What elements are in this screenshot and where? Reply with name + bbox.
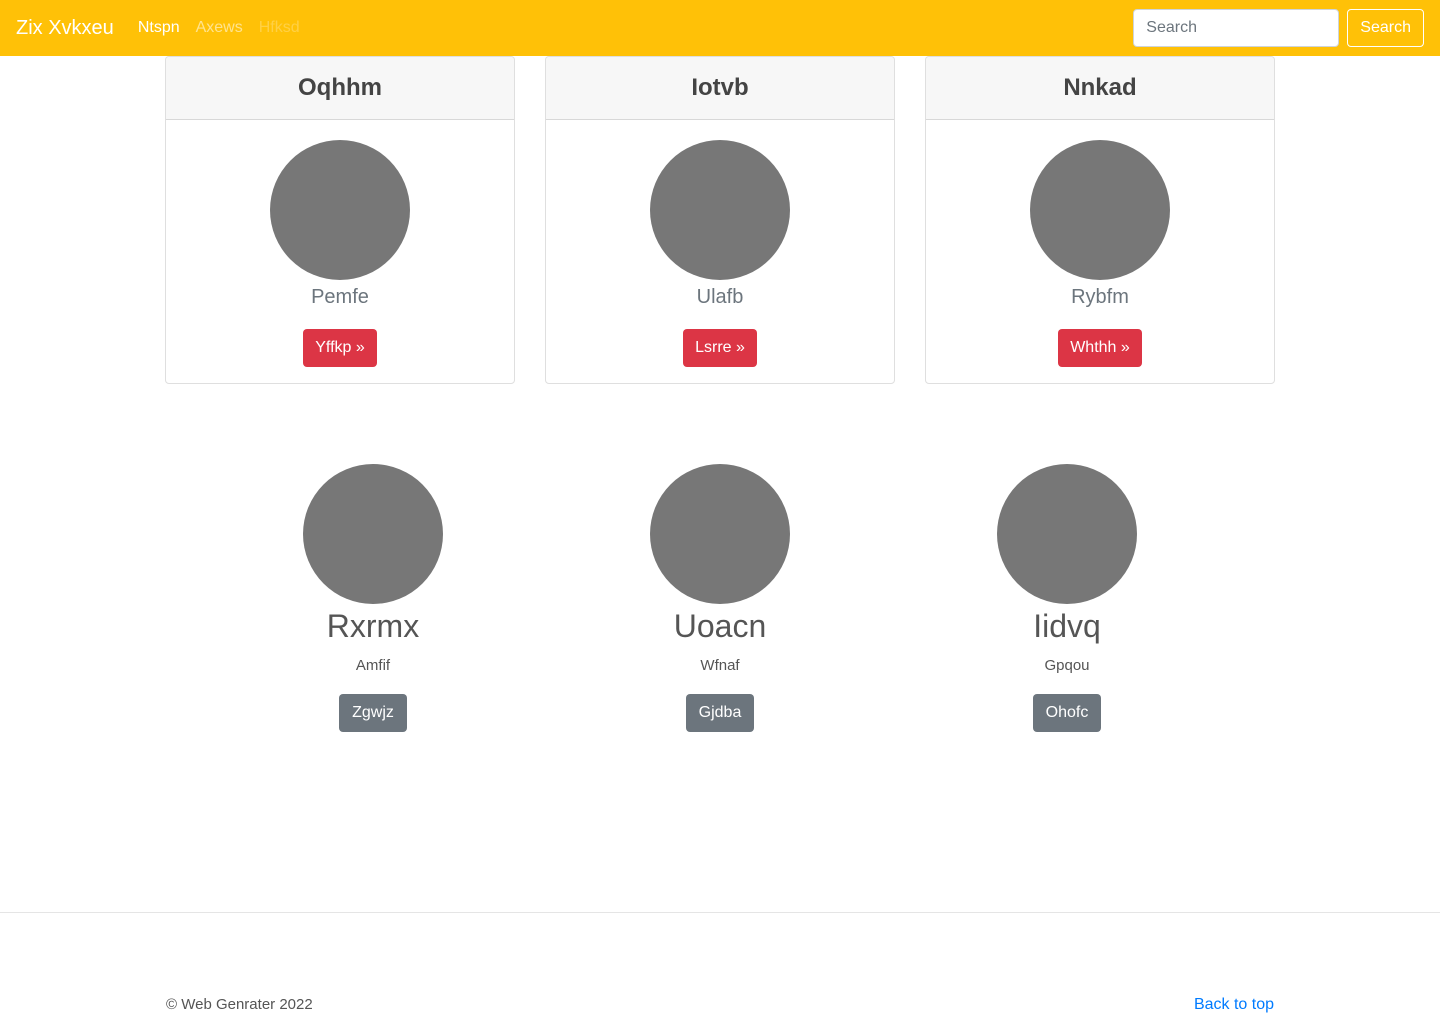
card-nnkad: Nnkad Rybfm Whthh » [925, 56, 1275, 384]
card-action-button[interactable]: Whthh » [1058, 329, 1142, 367]
avatar-placeholder [997, 464, 1137, 604]
nav-link-ntspn[interactable]: Ntspn [138, 19, 180, 37]
card-title: Oqhhm [298, 74, 382, 101]
feature-text: Wfnaf [700, 657, 740, 674]
nav-link-hfksd: Hfksd [258, 19, 300, 36]
card-header: Oqhhm [166, 57, 514, 120]
feature-button[interactable]: Zgwjz [339, 694, 407, 732]
search-form: Search [1133, 9, 1424, 47]
feature-uoacn: Uoacn Wfnaf Gjdba [570, 464, 870, 732]
top-navbar: Zix Xvkxeu Ntspn Axews Hfksd Search [0, 0, 1440, 56]
avatar-placeholder [1030, 140, 1170, 280]
avatar-placeholder [270, 140, 410, 280]
brand-link[interactable]: Zix Xvkxeu [16, 0, 114, 56]
back-to-top-link[interactable]: Back to top [1194, 996, 1274, 1014]
feature-text: Amfif [355, 657, 391, 674]
feature-rxrmx: Rxrmx Amfif Zgwjz [223, 464, 523, 732]
card-action-button[interactable]: Lsrre » [683, 329, 757, 367]
card-header: Iotvb [546, 57, 894, 120]
card-title: Nnkad [1063, 74, 1137, 101]
feature-name: Iidvq [1033, 608, 1101, 644]
avatar-placeholder [650, 464, 790, 604]
nav-link-axews[interactable]: Axews [196, 19, 243, 37]
card-subtitle: Rybfm [1071, 286, 1129, 308]
card-iotvb: Iotvb Ulafb Lsrre » [545, 56, 895, 384]
feature-name: Rxrmx [326, 608, 420, 644]
avatar-placeholder [650, 140, 790, 280]
card-body: Ulafb Lsrre » [546, 120, 894, 367]
card-oqhhm: Oqhhm Pemfe Yffkp » [165, 56, 515, 384]
copyright-text: © Web Genrater 2022 [166, 996, 313, 1013]
feature-name: Uoacn [673, 608, 767, 644]
search-button[interactable]: Search [1347, 9, 1424, 47]
feature-text: Gpqou [1044, 657, 1090, 674]
card-subtitle: Pemfe [311, 286, 369, 308]
card-body: Pemfe Yffkp » [166, 120, 514, 367]
feature-button[interactable]: Ohofc [1032, 694, 1102, 732]
card-action-button[interactable]: Yffkp » [303, 329, 377, 367]
footer-divider [0, 912, 1440, 913]
feature-iidvq: Iidvq Gpqou Ohofc [917, 464, 1217, 732]
card-body: Rybfm Whthh » [926, 120, 1274, 367]
avatar-placeholder [303, 464, 443, 604]
card-header: Nnkad [926, 57, 1274, 120]
card-title: Iotvb [691, 74, 749, 101]
card-subtitle: Ulafb [696, 286, 744, 308]
feature-button[interactable]: Gjdba [685, 694, 755, 732]
nav-links: Ntspn Axews Hfksd [138, 19, 316, 37]
search-input[interactable] [1133, 9, 1340, 47]
